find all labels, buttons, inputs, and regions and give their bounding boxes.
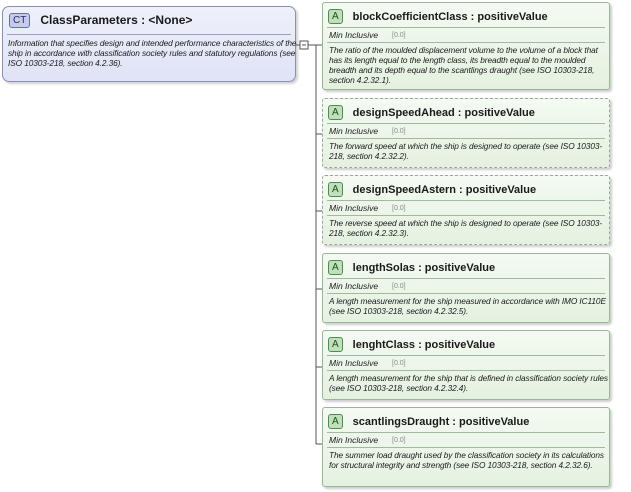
- attribute-badge: A: [328, 105, 343, 120]
- facet-row: Min Inclusive [0.0]: [329, 125, 406, 137]
- divider: [327, 293, 605, 294]
- facet-value: [0.0]: [392, 436, 406, 444]
- attribute-description: A length measurement for the ship measur…: [329, 296, 606, 316]
- divider: [327, 355, 605, 356]
- attribute-badge: A: [328, 260, 343, 275]
- facet-name: Min Inclusive: [329, 435, 379, 445]
- attribute-designSpeedAhead[interactable]: A designSpeedAhead : positiveValue Min I…: [322, 98, 610, 168]
- attribute-title: designSpeedAstern : positiveValue: [352, 183, 537, 196]
- facet-name: Min Inclusive: [329, 203, 379, 213]
- attribute-blockCoefficientClass[interactable]: A blockCoefficientClass : positiveValue …: [322, 2, 610, 90]
- attribute-title: blockCoefficientClass : positiveValue: [352, 10, 548, 23]
- facet-value: [0.0]: [392, 31, 406, 39]
- attribute-lenghtClass[interactable]: A lenghtClass : positiveValue Min Inclus…: [322, 330, 610, 400]
- divider: [327, 27, 605, 28]
- divider: [327, 123, 605, 124]
- attribute-scantlingsDraught[interactable]: A scantlingsDraught : positiveValue Min …: [322, 407, 610, 487]
- attribute-title: lenghtClass : positiveValue: [352, 338, 496, 351]
- facet-name: Min Inclusive: [329, 30, 379, 40]
- attribute-description: A length measurement for the ship that i…: [329, 373, 608, 393]
- divider: [327, 42, 605, 43]
- divider: [327, 447, 605, 448]
- attribute-title: scantlingsDraught : positiveValue: [352, 415, 530, 428]
- attribute-badge: A: [328, 182, 343, 197]
- attribute-badge: A: [328, 337, 343, 352]
- divider: [327, 215, 605, 216]
- facet-value: [0.0]: [392, 204, 406, 212]
- attribute-title: designSpeedAhead : positiveValue: [352, 106, 535, 119]
- divider: [327, 278, 605, 279]
- facet-name: Min Inclusive: [329, 126, 379, 136]
- facet-value: [0.0]: [392, 359, 406, 367]
- facet-row: Min Inclusive [0.0]: [329, 280, 406, 292]
- divider: [327, 200, 605, 201]
- facet-name: Min Inclusive: [329, 281, 379, 291]
- divider: [327, 432, 605, 433]
- attribute-designSpeedAstern[interactable]: A designSpeedAstern : positiveValue Min …: [322, 175, 610, 245]
- attribute-lengthSolas[interactable]: A lengthSolas : positiveValue Min Inclus…: [322, 253, 610, 323]
- attribute-badge: A: [328, 9, 343, 24]
- facet-row: Min Inclusive [0.0]: [329, 202, 406, 214]
- attribute-description: The ratio of the moulded displacement vo…: [329, 45, 598, 85]
- attribute-title: lengthSolas : positiveValue: [352, 261, 496, 274]
- facet-value: [0.0]: [392, 127, 406, 135]
- divider: [327, 138, 605, 139]
- facet-value: [0.0]: [392, 282, 406, 290]
- facet-row: Min Inclusive [0.0]: [329, 434, 406, 446]
- attribute-description: The forward speed at which the ship is d…: [329, 141, 603, 161]
- attribute-description: The summer load draught used by the clas…: [329, 450, 604, 470]
- divider: [327, 370, 605, 371]
- facet-row: Min Inclusive [0.0]: [329, 357, 406, 369]
- facet-row: Min Inclusive [0.0]: [329, 29, 406, 41]
- attribute-description: The reverse speed at which the ship is d…: [329, 218, 603, 238]
- facet-name: Min Inclusive: [329, 358, 379, 368]
- attribute-badge: A: [328, 414, 343, 429]
